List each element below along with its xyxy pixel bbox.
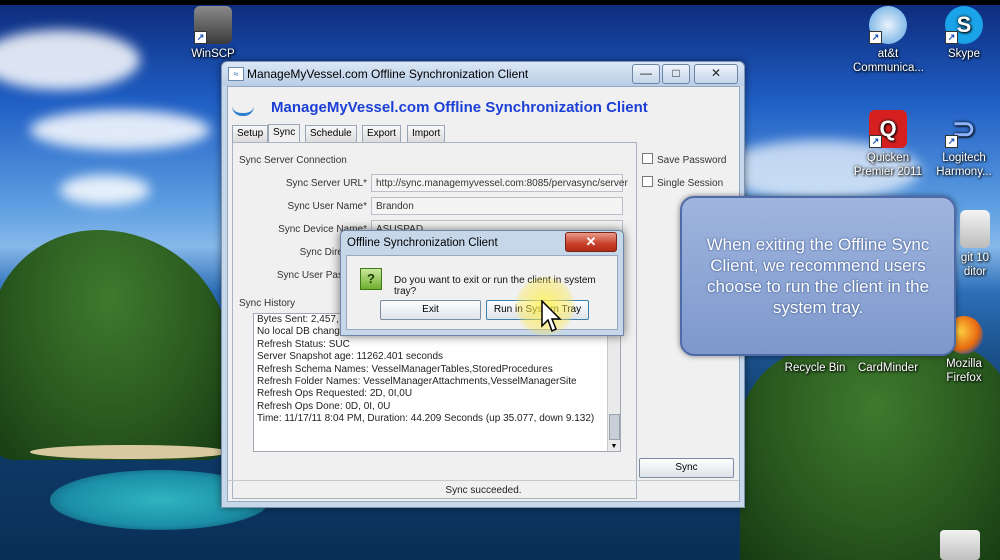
scroll-down-icon[interactable]: ▼ [609, 443, 619, 450]
single-session-label: Single Session [657, 178, 724, 189]
history-line: Refresh Status: SUC [257, 338, 350, 350]
window-title: ManageMyVessel.com Offline Synchronizati… [247, 67, 529, 81]
exit-button[interactable]: Exit [380, 300, 481, 320]
att-icon: ↗ [869, 6, 907, 44]
desktop-icon-att[interactable]: ↗ at&t Communica... [853, 6, 924, 75]
checkbox-box[interactable] [642, 176, 653, 187]
callout-text: When exiting the Offline Sync Client, we… [706, 235, 930, 317]
desktop-icon-label: Recycle Bin [784, 362, 846, 374]
desktop-icon-label: CardMinder [857, 362, 919, 374]
mouse-cursor-icon [541, 300, 562, 333]
group-label-history: Sync History [239, 298, 296, 309]
cloud [0, 30, 140, 90]
tab-export[interactable]: Export [362, 125, 401, 142]
tab-import[interactable]: Import [407, 125, 446, 142]
field-label-user-password: Sync User Pass [276, 270, 348, 281]
tab-setup[interactable]: Setup [232, 125, 269, 142]
instruction-callout: When exiting the Offline Sync Client, we… [680, 196, 956, 356]
desktop-icon-label: at&t Communica... [853, 48, 924, 74]
desktop-icon-quicken[interactable]: Q ↗ Quicken Premier 2011 [853, 110, 923, 179]
desktop-icon-label: Skype [948, 48, 980, 60]
history-line: Server Snapshot age: 11262.401 seconds [257, 351, 444, 363]
shortcut-arrow-icon: ↗ [945, 135, 958, 148]
winscp-icon: ↗ [194, 6, 232, 44]
desktop-icon-winscp[interactable]: ↗ WinSCP [178, 6, 248, 61]
maximize-button[interactable]: □ [662, 64, 690, 84]
scroll-thumb[interactable] [609, 414, 620, 440]
shortcut-arrow-icon: ↗ [869, 135, 882, 148]
tab-sync[interactable]: Sync [268, 124, 301, 143]
shortcut-arrow-icon: ↗ [869, 31, 882, 44]
dialog-message: Do you want to exit or run the client in… [394, 275, 596, 297]
field-label-server-url: Sync Server URL* [285, 178, 367, 189]
desktop-icon-skype[interactable]: S ↗ Skype [929, 6, 999, 61]
island-left [0, 230, 230, 460]
field-label-user-name: Sync User Name* [287, 201, 367, 212]
beach [30, 445, 230, 459]
gear-icon[interactable] [940, 530, 980, 560]
history-line: Refresh Schema Names: VesselManagerTable… [257, 363, 553, 375]
editor-icon [960, 210, 990, 248]
tab-schedule[interactable]: Schedule [305, 125, 357, 142]
single-session-checkbox[interactable]: Single Session [642, 176, 723, 189]
dialog-body: ? Do you want to exit or run the client … [346, 255, 618, 330]
history-line: Refresh Ops Done: 0D, 0I, 0U [257, 400, 391, 412]
skype-icon: S ↗ [945, 6, 983, 44]
cloud [60, 175, 150, 205]
title-bar[interactable]: ≈ ManageMyVessel.com Offline Synchroniza… [222, 62, 744, 86]
shortcut-arrow-icon: ↗ [194, 31, 207, 44]
desktop-icon-label: Quicken Premier 2011 [853, 152, 923, 178]
brand-logo-icon [232, 95, 254, 116]
logitech-icon: ⊃ ↗ [945, 110, 983, 148]
quicken-icon: Q ↗ [869, 110, 907, 148]
field-label-directory: Sync Dire [299, 247, 343, 258]
exit-dialog: Offline Synchronization Client ✕ ? Do yo… [340, 230, 624, 336]
desktop-icon-label: WinSCP [191, 48, 235, 60]
question-icon: ? [360, 268, 382, 290]
desktop-icon-label: Logitech Harmony... [936, 152, 992, 178]
desktop-icon-editor[interactable]: git 10 ditor [950, 210, 1000, 279]
desktop-icon-label: Mozilla Firefox [946, 358, 982, 384]
history-line: Time: 11/17/11 8:04 PM, Duration: 44.209… [257, 413, 595, 425]
history-line: Refresh Ops Requested: 2D, 0I,0U [257, 388, 413, 400]
close-button[interactable]: ✕ [694, 64, 738, 84]
checkbox-box[interactable] [642, 153, 653, 164]
server-url-field[interactable]: http://sync.managemyvessel.com:8085/perv… [371, 174, 628, 192]
desktop-icon-logitech[interactable]: ⊃ ↗ Logitech Harmony... [929, 110, 999, 179]
group-label-connection: Sync Server Connection [239, 155, 347, 166]
save-password-checkbox[interactable]: Save Password [642, 153, 726, 166]
save-password-label: Save Password [657, 155, 727, 166]
top-black-bar [0, 0, 1000, 5]
minimize-button[interactable]: — [632, 64, 660, 84]
desktop-icon-label: git 10 ditor [960, 252, 990, 278]
user-name-field[interactable]: Brandon [371, 197, 623, 215]
shortcut-arrow-icon: ↗ [945, 31, 958, 44]
dialog-close-button[interactable]: ✕ [565, 232, 617, 252]
dialog-title: Offline Synchronization Client [347, 237, 498, 249]
sync-button[interactable]: Sync [639, 458, 734, 478]
brand-heading: ManageMyVessel.com Offline Synchronizati… [271, 99, 648, 116]
status-bar: Sync succeeded. [228, 480, 739, 501]
cloud [30, 110, 210, 150]
history-line: Refresh Folder Names: VesselManagerAttac… [257, 376, 577, 388]
app-icon: ≈ [228, 67, 244, 81]
